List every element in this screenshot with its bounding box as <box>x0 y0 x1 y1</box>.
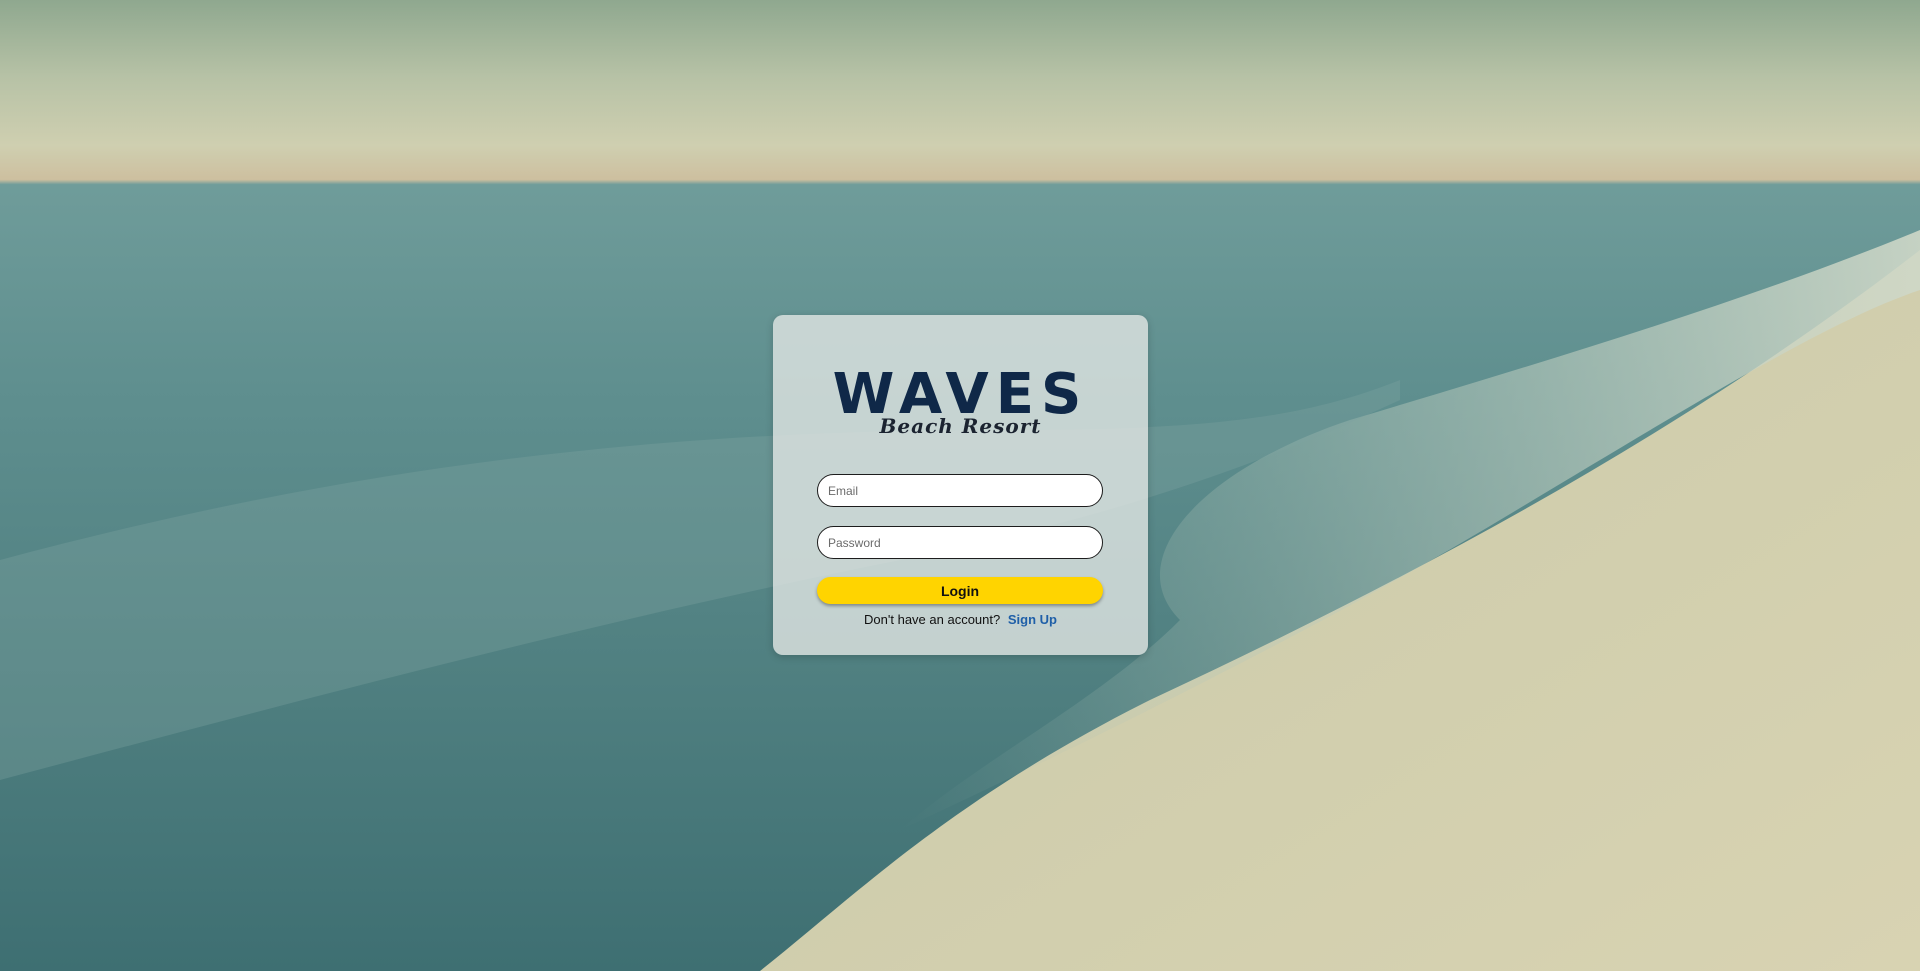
email-field[interactable] <box>817 474 1103 507</box>
logo-subtitle: Beach Resort <box>879 414 1042 438</box>
signup-row: Don't have an account? Sign Up <box>773 612 1148 627</box>
password-field[interactable] <box>817 526 1103 559</box>
login-button[interactable]: Login <box>817 577 1103 604</box>
login-card: WAVES Beach Resort Login Don't have an a… <box>773 315 1148 655</box>
signup-link[interactable]: Sign Up <box>1008 612 1057 627</box>
resort-logo: WAVES Beach Resort <box>773 367 1148 438</box>
signup-prompt: Don't have an account? <box>864 612 1001 627</box>
